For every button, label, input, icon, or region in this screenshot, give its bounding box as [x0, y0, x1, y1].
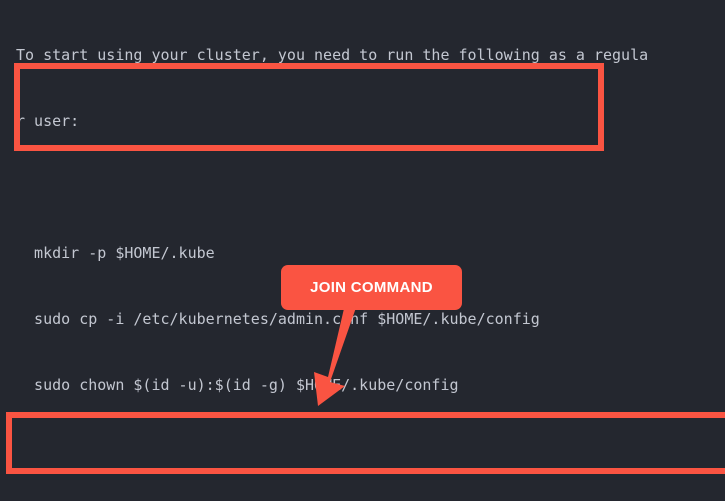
terminal-line-mkdir: mkdir -p $HOME/.kube	[16, 244, 215, 262]
terminal-line-sudo-chown: sudo chown $(id -u):$(id -g) $HOME/.kube…	[16, 376, 459, 394]
terminal-line: To start using your cluster, you need to…	[16, 46, 649, 64]
terminal-output[interactable]: To start using your cluster, you need to…	[0, 0, 725, 501]
join-command-callout: JOIN COMMAND	[281, 265, 462, 310]
callout-label: JOIN COMMAND	[310, 279, 433, 296]
terminal-line: r user:	[16, 112, 80, 130]
terminal-line-sudo-cp: sudo cp -i /etc/kubernetes/admin.conf $H…	[16, 310, 540, 328]
terminal-screenshot: To start using your cluster, you need to…	[0, 0, 725, 501]
